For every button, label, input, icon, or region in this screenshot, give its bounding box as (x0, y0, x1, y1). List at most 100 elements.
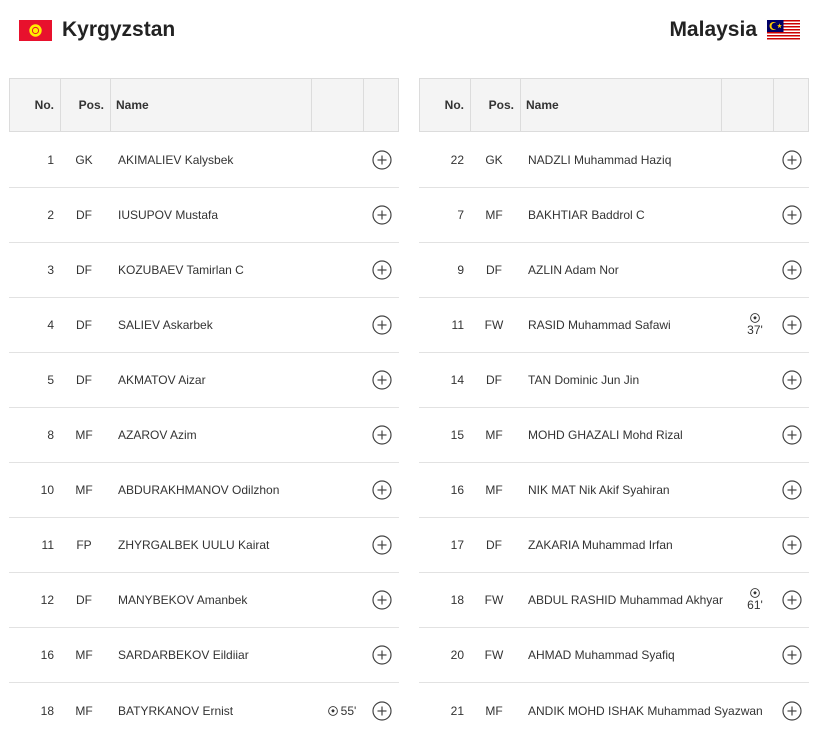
expand-player-button[interactable] (365, 370, 399, 390)
expand-player-button[interactable] (365, 480, 399, 500)
home-team-name: Kyrgyzstan (62, 18, 176, 41)
plus-circle-icon[interactable] (372, 590, 392, 610)
expand-player-button[interactable] (365, 535, 399, 555)
player-name: MOHD GHAZALI Mohd Rizal (528, 428, 683, 442)
expand-player-button[interactable] (775, 535, 809, 555)
plus-circle-icon[interactable] (782, 535, 802, 555)
player-number: 2 (47, 208, 54, 222)
player-row: 12 DF MANYBEKOV Amanbek (9, 573, 399, 628)
column-header-actions (364, 79, 398, 131)
plus-circle-icon[interactable] (372, 645, 392, 665)
expand-player-button[interactable] (365, 700, 399, 721)
plus-circle-icon[interactable] (372, 700, 392, 721)
plus-circle-icon[interactable] (372, 535, 392, 555)
expand-player-button[interactable] (365, 425, 399, 445)
expand-player-button[interactable] (775, 590, 809, 610)
column-header-pos: Pos. (61, 79, 111, 131)
player-number: 20 (450, 648, 464, 662)
player-position: MF (485, 428, 503, 442)
expand-player-button[interactable] (365, 205, 399, 225)
expand-player-button[interactable] (365, 150, 399, 170)
plus-circle-icon[interactable] (372, 425, 392, 445)
expand-player-button[interactable] (365, 260, 399, 280)
player-number: 1 (47, 153, 54, 167)
expand-player-button[interactable] (775, 150, 809, 170)
home-team-header: Kyrgyzstan (19, 14, 175, 46)
football-icon (750, 313, 760, 323)
expand-player-button[interactable] (775, 645, 809, 665)
plus-circle-icon[interactable] (782, 480, 802, 500)
player-position: DF (76, 263, 92, 277)
expand-player-button[interactable] (775, 260, 809, 280)
plus-circle-icon[interactable] (372, 260, 392, 280)
goal-minute: 55' (340, 703, 357, 718)
player-name: AZLIN Adam Nor (528, 263, 619, 277)
plus-circle-icon[interactable] (372, 370, 392, 390)
plus-circle-icon[interactable] (782, 590, 802, 610)
player-number: 9 (457, 263, 464, 277)
player-number: 14 (450, 373, 464, 387)
player-row: 8 MF AZAROV Azim (9, 408, 399, 463)
player-name: ABDURAKHMANOV Odilzhon (118, 483, 280, 497)
player-name: AZAROV Azim (118, 428, 197, 442)
plus-circle-icon[interactable] (782, 150, 802, 170)
plus-circle-icon[interactable] (782, 425, 802, 445)
column-header-name: Name (111, 79, 312, 131)
expand-player-button[interactable] (365, 645, 399, 665)
player-position: FW (484, 648, 504, 662)
plus-circle-icon[interactable] (372, 150, 392, 170)
kyrgyzstan-flag-icon (19, 19, 52, 41)
player-name: AHMAD Muhammad Syafiq (528, 648, 675, 662)
player-number: 16 (40, 648, 54, 662)
player-name: MANYBEKOV Amanbek (118, 593, 248, 607)
player-position: MF (75, 428, 93, 442)
expand-player-button[interactable] (775, 700, 809, 721)
expand-player-button[interactable] (775, 315, 809, 335)
plus-circle-icon[interactable] (782, 700, 802, 721)
player-row: 17 DF ZAKARIA Muhammad Irfan (419, 518, 809, 573)
plus-circle-icon[interactable] (782, 645, 802, 665)
plus-circle-icon[interactable] (782, 260, 802, 280)
player-name: KOZUBAEV Tamirlan C (118, 263, 244, 277)
column-header-no: No. (10, 79, 61, 131)
player-position: MF (75, 483, 93, 497)
player-name: NIK MAT Nik Akif Syahiran (528, 483, 670, 497)
player-position: FW (484, 318, 504, 332)
away-team-header: Malaysia (669, 14, 800, 46)
player-name: IUSUPOV Mustafa (118, 208, 219, 222)
player-number: 8 (47, 428, 54, 442)
football-icon (327, 705, 341, 716)
player-number: 18 (450, 593, 464, 607)
expand-player-button[interactable] (775, 205, 809, 225)
player-position: FW (484, 593, 504, 607)
column-header-pos: Pos. (471, 79, 521, 131)
player-position: DF (76, 208, 92, 222)
plus-circle-icon[interactable] (372, 480, 392, 500)
player-name: TAN Dominic Jun Jin (528, 373, 640, 387)
player-position: DF (76, 318, 92, 332)
plus-circle-icon[interactable] (782, 205, 802, 225)
player-position: GK (485, 153, 503, 167)
player-row: 14 DF TAN Dominic Jun Jin (419, 353, 809, 408)
player-number: 10 (40, 483, 54, 497)
player-position: GK (75, 153, 93, 167)
expand-player-button[interactable] (775, 425, 809, 445)
expand-player-button[interactable] (365, 315, 399, 335)
player-name: SARDARBEKOV Eildiiar (118, 648, 249, 662)
player-row: 2 DF IUSUPOV Mustafa (9, 188, 399, 243)
player-number: 3 (47, 263, 54, 277)
player-position: DF (486, 538, 502, 552)
malaysia-flag-icon (767, 19, 800, 41)
expand-player-button[interactable] (365, 590, 399, 610)
goal-minute: 37' (747, 323, 763, 337)
plus-circle-icon[interactable] (372, 205, 392, 225)
expand-player-button[interactable] (775, 480, 809, 500)
plus-circle-icon[interactable] (782, 370, 802, 390)
player-number: 15 (450, 428, 464, 442)
player-row: 15 MF MOHD GHAZALI Mohd Rizal (419, 408, 809, 463)
plus-circle-icon[interactable] (782, 315, 802, 335)
expand-player-button[interactable] (775, 370, 809, 390)
home-player-rows: 1 GK AKIMALIEV Kalysbek 2 DF IUSUPOV Mustafa 3… (9, 133, 399, 738)
player-row: 18 MF BATYRKANOV Ernist 55' (9, 683, 399, 738)
plus-circle-icon[interactable] (372, 315, 392, 335)
